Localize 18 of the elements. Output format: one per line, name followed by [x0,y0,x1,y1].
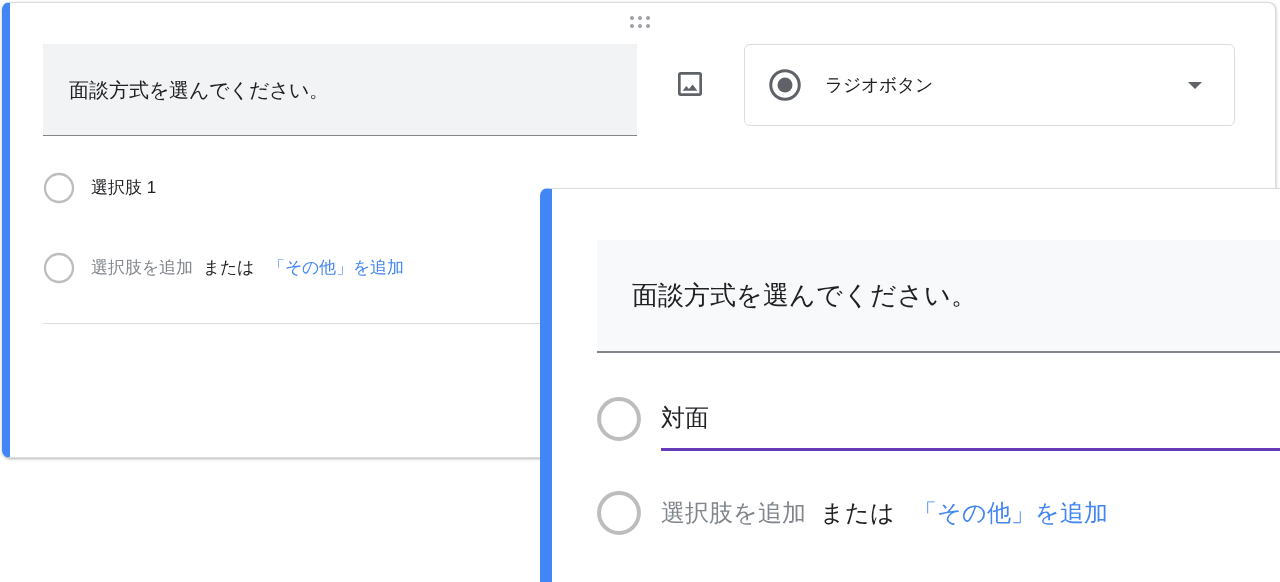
add-option-field[interactable]: 選択肢を追加 [661,495,806,531]
add-other-link[interactable]: 「その他」を追加 [913,495,1108,531]
separator-text: または [820,498,895,528]
radio-button[interactable] [43,172,75,204]
add-other-link[interactable]: 「その他」を追加 [268,255,404,281]
option-field[interactable]: 選択肢 1 [91,164,157,212]
option-field[interactable]: 対面 [661,387,1280,451]
caret-icon [1188,81,1202,89]
question-title-field[interactable]: 面談方式を選んでください。 [43,44,637,136]
question-title-field[interactable]: 面談方式を選んでください。 [597,240,1280,353]
dropdown-label: ラジオボタン [825,73,934,97]
radio-button[interactable] [597,397,641,441]
add-option-field[interactable]: 選択肢を追加 [91,255,193,281]
radio-button[interactable] [597,491,641,535]
radio-button[interactable] [43,252,75,284]
question-type-dropdown[interactable]: ラジオボタン [744,44,1235,126]
radio-selected-icon [767,67,803,103]
separator-text: または [203,257,254,280]
